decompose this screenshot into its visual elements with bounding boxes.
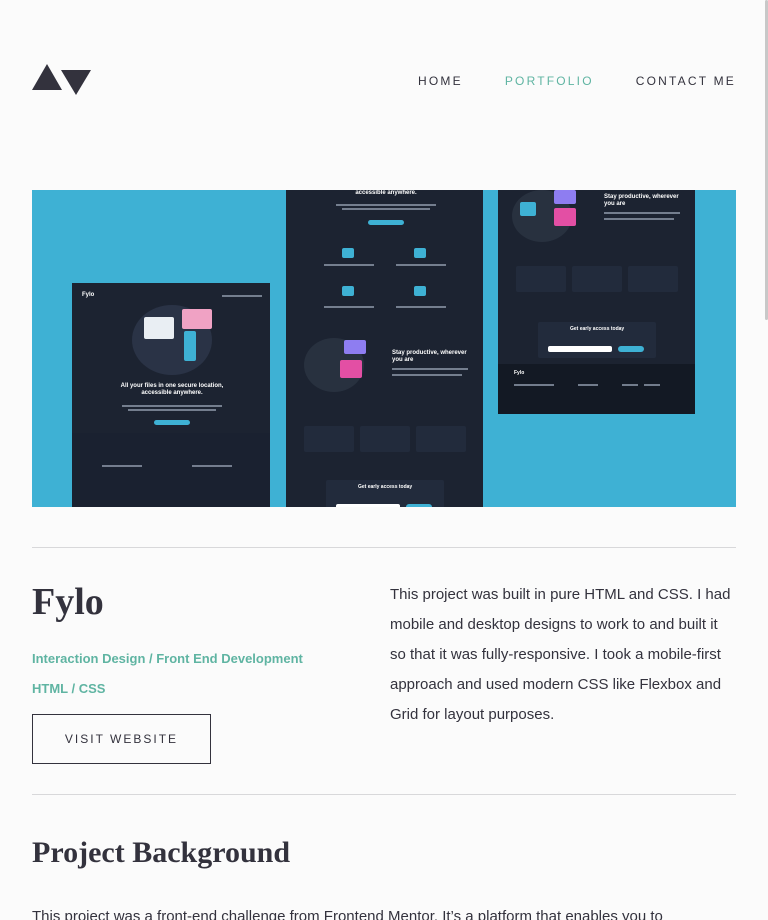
mockup-mobile-center: accessible anywhere. Stay productive, wh… (286, 190, 483, 507)
mockup-early-access: Get early access today (358, 484, 413, 490)
project-title: Fylo (32, 581, 104, 623)
nav-contact-me[interactable]: CONTACT ME (636, 74, 736, 88)
visit-website-button[interactable]: VISIT WEBSITE (32, 714, 211, 764)
mockup-logo: Fylo (82, 292, 95, 298)
mockup-early-access-desktop: Get early access today (570, 326, 625, 332)
mockup-headline: All your files in one secure location, a… (120, 383, 224, 396)
project-tags: Interaction Design / Front End Developme… (32, 644, 352, 704)
mockup-productive-desktop: Stay productive, wherever you are (604, 194, 679, 207)
divider-bottom (32, 794, 736, 795)
logo-icon[interactable] (32, 64, 92, 96)
project-tags-tech: HTML / CSS (32, 681, 106, 696)
project-tags-disciplines: Interaction Design / Front End Developme… (32, 651, 303, 666)
project-hero-image: Fylo All your files in one secure locati… (32, 190, 736, 507)
nav-home[interactable]: HOME (418, 74, 463, 88)
divider-top (32, 547, 736, 548)
main-nav: HOME PORTFOLIO CONTACT ME (418, 74, 736, 88)
nav-portfolio[interactable]: PORTFOLIO (505, 74, 594, 88)
project-background-text: This project was a front-end challenge f… (32, 908, 663, 920)
project-description: This project was built in pure HTML and … (390, 586, 731, 723)
mockup-desktop-right: Stay productive, wherever you are Get ea… (498, 190, 695, 414)
mockup-mobile-left: Fylo All your files in one secure locati… (72, 283, 270, 507)
mockup-productive: Stay productive, wherever you are (392, 350, 467, 363)
mockup-headline-top: accessible anywhere. (355, 190, 417, 196)
mockup-footer-logo: Fylo (514, 370, 525, 376)
project-background-heading: Project Background (32, 836, 291, 869)
